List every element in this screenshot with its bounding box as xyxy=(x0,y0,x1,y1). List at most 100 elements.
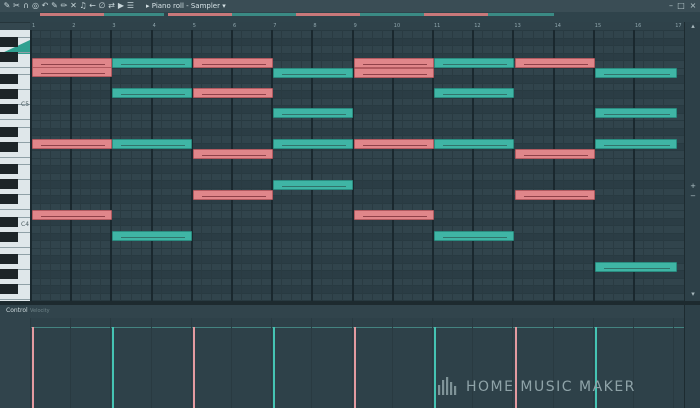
target-icon[interactable]: ◎ xyxy=(32,1,40,10)
midi-note[interactable] xyxy=(32,67,112,77)
paint-icon[interactable]: ✏ xyxy=(60,1,68,10)
velocity-event[interactable] xyxy=(354,327,356,408)
zoom-in-button[interactable]: + xyxy=(687,182,699,190)
ruler-bar-number: 15 xyxy=(594,23,602,29)
mute-icon[interactable]: ♫ xyxy=(79,1,87,10)
black-key[interactable] xyxy=(0,36,18,47)
scroll-up-icon[interactable]: ▴ xyxy=(689,22,697,30)
zoom-icon[interactable]: ⇄ xyxy=(108,1,116,10)
title-arrow: ▸ xyxy=(146,2,150,10)
play-icon[interactable]: ▶ xyxy=(117,1,125,10)
midi-note[interactable] xyxy=(273,180,353,190)
midi-note[interactable] xyxy=(273,139,353,149)
draw-tool-icon[interactable]: ✎ xyxy=(3,1,11,10)
black-key[interactable] xyxy=(0,231,18,242)
scroll-down-icon[interactable]: ▾ xyxy=(689,290,697,298)
black-key[interactable] xyxy=(0,284,18,294)
window-title[interactable]: ▸ Piano roll - Sampler ▾ xyxy=(146,1,226,11)
black-key[interactable] xyxy=(0,164,18,174)
white-key[interactable] xyxy=(0,209,30,210)
black-key[interactable] xyxy=(0,254,18,264)
zoom-out-button[interactable]: − xyxy=(687,192,699,200)
white-key[interactable] xyxy=(0,299,30,300)
white-key[interactable] xyxy=(0,246,30,248)
midi-note[interactable] xyxy=(32,210,112,220)
black-key[interactable] xyxy=(0,194,18,204)
black-key[interactable] xyxy=(0,126,18,137)
black-key[interactable] xyxy=(0,141,18,152)
white-key[interactable] xyxy=(0,156,30,158)
undo-icon[interactable]: ↶ xyxy=(41,1,49,10)
midi-note[interactable] xyxy=(112,58,192,68)
midi-note[interactable] xyxy=(595,139,677,149)
black-key[interactable] xyxy=(0,51,18,62)
slice-icon[interactable]: ← xyxy=(89,1,97,10)
velocity-event[interactable] xyxy=(32,327,34,408)
piano-keyboard[interactable]: C5 C4 xyxy=(0,30,31,301)
velocity-event[interactable] xyxy=(112,327,114,408)
ruler-bar-number: 1 xyxy=(32,23,36,29)
cut-tool-icon[interactable]: ✂ xyxy=(13,1,21,10)
minimize-button[interactable]: – xyxy=(667,1,675,10)
maximize-button[interactable]: □ xyxy=(677,1,685,10)
velocity-event[interactable] xyxy=(434,327,436,408)
black-key[interactable] xyxy=(0,89,18,99)
note-velocity-bar xyxy=(443,145,507,146)
note-velocity-bar xyxy=(202,94,266,95)
midi-note[interactable] xyxy=(434,139,514,149)
grid-vline xyxy=(160,30,162,301)
velocity-event[interactable] xyxy=(193,327,195,408)
midi-note[interactable] xyxy=(112,139,192,149)
midi-note[interactable] xyxy=(515,149,595,159)
midi-note[interactable] xyxy=(434,58,514,68)
equalizer-logo-icon xyxy=(438,377,457,395)
midi-note[interactable] xyxy=(112,88,192,98)
midi-note[interactable] xyxy=(112,231,192,241)
title-dropdown-icon[interactable]: ▾ xyxy=(222,2,226,10)
select-icon[interactable]: ∅ xyxy=(98,1,106,10)
midi-note[interactable] xyxy=(354,68,434,78)
pencil-icon[interactable]: ✎ xyxy=(51,1,59,10)
ruler-bar-number: 5 xyxy=(192,23,196,29)
midi-note[interactable] xyxy=(273,68,353,78)
note-velocity-bar xyxy=(121,64,185,65)
midi-note[interactable] xyxy=(595,262,677,272)
velocity-event[interactable] xyxy=(273,327,275,408)
midi-note[interactable] xyxy=(434,231,514,241)
midi-note[interactable] xyxy=(595,68,677,78)
midi-note[interactable] xyxy=(193,190,273,200)
midi-note[interactable] xyxy=(515,190,595,200)
midi-note[interactable] xyxy=(193,58,273,68)
delete-icon[interactable]: ✕ xyxy=(70,1,78,10)
midi-note[interactable] xyxy=(354,139,434,149)
control-grid-line xyxy=(351,318,353,408)
close-button[interactable]: × xyxy=(689,1,697,10)
note-grid[interactable] xyxy=(30,30,684,301)
white-key[interactable] xyxy=(0,66,30,68)
midi-note[interactable] xyxy=(515,58,595,68)
magnet-icon[interactable]: ∩ xyxy=(22,1,30,10)
black-key[interactable] xyxy=(0,179,18,189)
midi-note[interactable] xyxy=(354,210,434,220)
menu-icon[interactable]: ☰ xyxy=(127,1,135,10)
black-key[interactable] xyxy=(0,269,18,279)
midi-note[interactable] xyxy=(354,58,434,68)
control-scrollbar[interactable] xyxy=(684,305,700,408)
grid-hline xyxy=(30,187,684,189)
midi-note[interactable] xyxy=(32,139,112,149)
black-key[interactable] xyxy=(0,104,18,114)
grid-row-shade xyxy=(30,180,684,188)
black-key[interactable] xyxy=(0,74,18,84)
ruler-bar-number: 2 xyxy=(72,23,76,29)
midi-note[interactable] xyxy=(434,88,514,98)
midi-note[interactable] xyxy=(595,108,677,118)
control-label[interactable]: Control xyxy=(6,307,28,315)
midi-note[interactable] xyxy=(193,88,273,98)
white-key[interactable] xyxy=(0,119,30,120)
midi-note[interactable] xyxy=(193,149,273,159)
grid-row-shade xyxy=(30,285,684,293)
black-key[interactable] xyxy=(0,216,18,227)
vertical-scrollbar[interactable]: ▴ + − ▾ xyxy=(684,22,700,301)
midi-note[interactable] xyxy=(273,108,353,118)
control-grid-line xyxy=(673,318,675,408)
